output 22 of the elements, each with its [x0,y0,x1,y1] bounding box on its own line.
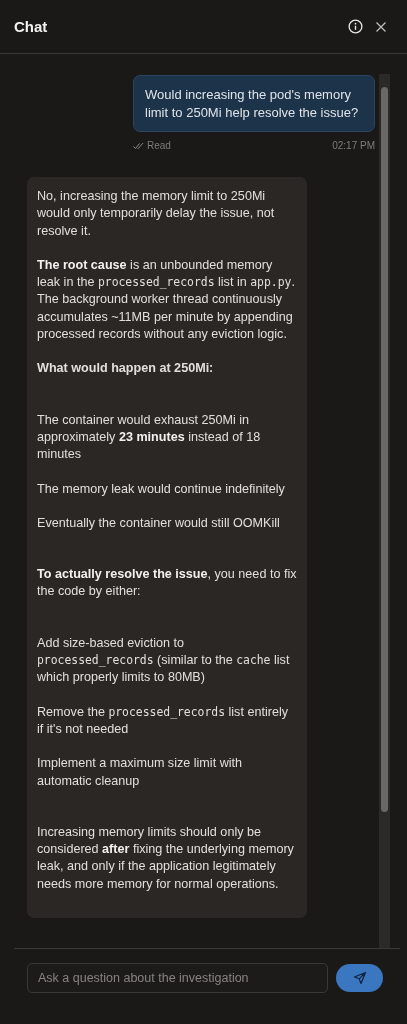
close-icon[interactable] [375,20,387,33]
list-item: The container would exhaust 250Mi in approximately 23 minutes instead of 18 minutes [37,411,262,464]
info-icon[interactable] [348,19,363,34]
message-time: 02:17 PM [332,140,375,151]
send-button[interactable] [336,964,383,992]
message-paragraph: The root cause is an unbounded memory leak in the processed_records list in app.py. The background worker thread continuously accumulates ~11MB per minute by appending processed records without any eviction logic. [37,256,296,344]
message-heading: What would happen at 250Mi: [37,360,215,378]
scrollbar[interactable] [379,74,390,948]
list-item: Add size-based eviction to processed_records (similar to the cache list which properly limits to 80MB) [37,634,291,687]
list-item: Eventually the container would still OOMKill [37,514,281,532]
list-item: The memory leak would continue indefinitely [37,480,286,498]
message-paragraph: Increasing memory limits should only be considered after fixing the underlying memory leak, and only if the application legitimately needs more memory for normal operations. [37,823,295,893]
double-check-icon [133,141,144,150]
question-input[interactable]: Ask a question about the investigation [27,963,328,993]
panel-title: Chat [14,18,48,35]
message-paragraph: To actually resolve the issue, you need to fix the code by either: [37,566,297,601]
list-item: Implement a maximum size limit with automatic cleanup [37,755,244,790]
read-status: Read [147,140,171,151]
send-icon [352,971,367,985]
list-item: Remove the processed_records list entirely if it's not needed [37,703,289,738]
user-message: Would increasing the pod's memory limit to 250Mi help resolve the issue? [133,75,375,132]
message-paragraph: No, increasing the memory limit to 250Mi would only temporarily delay the issue, not resolve it. [37,188,276,240]
